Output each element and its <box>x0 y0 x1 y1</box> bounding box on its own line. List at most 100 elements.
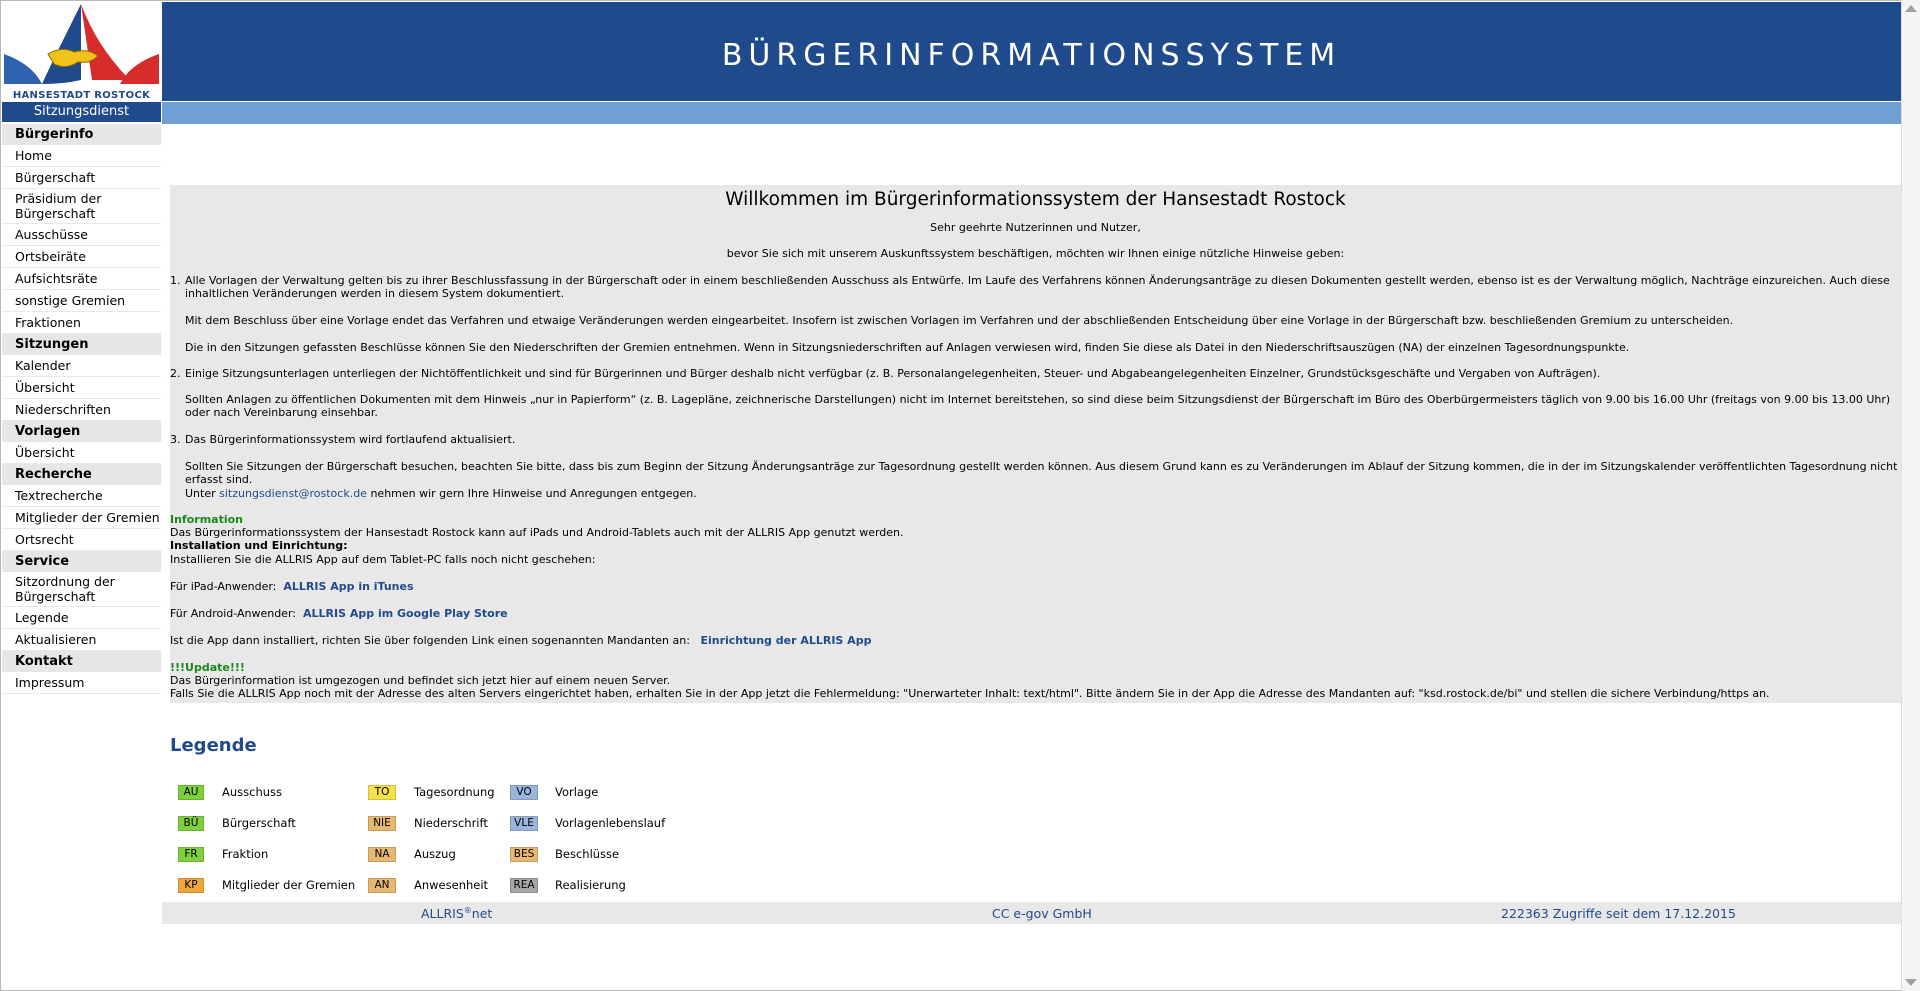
legend-label-fr: Fraktion <box>222 847 269 861</box>
nav-item-ortsrecht[interactable]: Ortsrecht <box>2 529 161 551</box>
legend-badge-bue: BÜ <box>178 816 204 831</box>
legend-label-bes: Beschlüsse <box>555 847 620 861</box>
google-play-link[interactable]: ALLRIS App im Google Play Store <box>303 607 508 620</box>
welcome-panel: Willkommen im Bürgerinformationssystem d… <box>170 185 1901 703</box>
legend-label-nie: Niederschrift <box>414 816 488 830</box>
nav-item-sitzordnung[interactable]: Sitzordnung der Bürgerschaft <box>2 572 161 607</box>
nav-item-aktualisieren[interactable]: Aktualisieren <box>2 629 161 651</box>
nav-item-fraktionen[interactable]: Fraktionen <box>2 312 161 334</box>
scroll-down-icon[interactable] <box>1905 979 1917 986</box>
vertical-scrollbar[interactable] <box>1901 0 1920 991</box>
note-1c: Die in den Sitzungen gefassten Beschlüss… <box>185 341 1630 354</box>
header-subbar <box>162 102 1901 124</box>
legend-label-na: Auszug <box>414 847 456 861</box>
nav-item-mitglieder-gremien[interactable]: Mitglieder der Gremien <box>2 507 161 529</box>
info-text: Das Bürgerinformationssystem der Hansest… <box>170 526 904 539</box>
allris-brand-suffix: net <box>471 906 493 922</box>
nav-heading-sitzungen: Sitzungen <box>2 334 161 355</box>
legend-label-to: Tagesordnung <box>414 785 495 799</box>
nav-item-kalender[interactable]: Kalender <box>2 355 161 377</box>
nav-item-buergerschaft[interactable]: Bürgerschaft <box>2 167 161 189</box>
list-number-1: 1. <box>170 274 181 287</box>
mandant-row: Ist die App dann installiert, richten Si… <box>170 634 871 647</box>
list-number-2: 2. <box>170 367 181 380</box>
city-logo[interactable]: HANSESTADT ROSTOCK <box>2 2 161 101</box>
note-3a: Das Bürgerinformationssystem wird fortla… <box>185 433 516 446</box>
note-3c-post: nehmen wir gern Ihre Hinweise und Anregu… <box>370 487 697 500</box>
email-link[interactable]: sitzungsdienst@rostock.de <box>219 487 367 500</box>
update-heading: !!!Update!!! <box>170 661 245 674</box>
legend-badge-vo: VO <box>510 785 538 800</box>
info-heading: Information <box>170 513 243 526</box>
update-text-1: Das Bürgerinformation ist umgezogen und … <box>170 674 671 687</box>
note-2a: Einige Sitzungsunterlagen unterliegen de… <box>185 367 1601 380</box>
mandant-label: Ist die App dann installiert, richten Si… <box>170 634 690 647</box>
allris-setup-link[interactable]: Einrichtung der ALLRIS App <box>700 634 871 647</box>
note-2b: Sollten Anlagen zu öffentlichen Dokument… <box>185 393 1891 419</box>
nav-heading-kontakt: Kontakt <box>2 651 161 672</box>
legend-label-kp: Mitglieder der Gremien <box>222 878 356 892</box>
install-text: Installieren Sie die ALLRIS App auf dem … <box>170 553 596 566</box>
nav-heading-vorlagen: Vorlagen <box>2 421 161 442</box>
legend-badge-an: AN <box>368 878 396 893</box>
legend-badge-to: TO <box>368 785 396 800</box>
nav-heading-service: Service <box>2 551 161 572</box>
legend-label-bue: Bürgerschaft <box>222 816 296 830</box>
legend-label-vo: Vorlage <box>555 785 599 799</box>
nav-item-ortsbeiraete[interactable]: Ortsbeiräte <box>2 246 161 268</box>
allris-registered-mark: ® <box>463 906 472 915</box>
legend-label-au: Ausschuss <box>222 785 283 799</box>
android-row: Für Android-Anwender: ALLRIS App im Goog… <box>170 607 508 620</box>
logo-text: HANSESTADT ROSTOCK <box>12 90 151 101</box>
logo-subtitle: Sitzungsdienst <box>2 102 161 122</box>
note-1b: Mit dem Beschluss über eine Vorlage ende… <box>185 314 1734 327</box>
nav-item-sonstige-gremien[interactable]: sonstige Gremien <box>2 290 161 312</box>
scroll-up-icon[interactable] <box>1905 5 1917 12</box>
intro-text: bevor Sie sich mit unserem Auskunftssyst… <box>726 247 1345 260</box>
legend-badge-kp: KP <box>178 878 204 893</box>
note-3c: Unter sitzungsdienst@rostock.de nehmen w… <box>185 487 1899 500</box>
nav-item-legende[interactable]: Legende <box>2 607 161 629</box>
nav-item-niederschriften[interactable]: Niederschriften <box>2 399 161 421</box>
legend-title: Legende <box>170 735 257 756</box>
nav-item-ausschuesse[interactable]: Ausschüsse <box>2 224 161 246</box>
nav-item-vorlagen-uebersicht[interactable]: Übersicht <box>2 442 161 464</box>
greeting-text: Sehr geehrte Nutzerinnen und Nutzer, <box>930 221 1141 234</box>
allris-brand-link[interactable]: ALLRIS®net <box>421 906 492 921</box>
legend-label-an: Anwesenheit <box>414 878 489 892</box>
company-link[interactable]: CC e-gov GmbH <box>992 906 1092 921</box>
install-heading: Installation und Einrichtung: <box>170 539 348 552</box>
nav-item-textrecherche[interactable]: Textrecherche <box>2 485 161 507</box>
visitor-counter: 222363 Zugriffe seit dem 17.12.2015 <box>1501 906 1736 921</box>
nav-item-home[interactable]: Home <box>2 145 161 167</box>
header-banner: BÜRGERINFORMATIONSSYSTEM <box>162 2 1901 101</box>
note-1a: Alle Vorlagen der Verwaltung gelten bis … <box>185 274 1890 300</box>
note-3c-pre: Unter <box>185 487 216 500</box>
rostock-sail-logo-icon <box>4 4 159 84</box>
nav-item-impressum[interactable]: Impressum <box>2 672 161 694</box>
list-number-3: 3. <box>170 433 181 446</box>
nav-heading-buergerinfo: Bürgerinfo <box>2 124 161 145</box>
android-label: Für Android-Anwender: <box>170 607 296 620</box>
allris-brand-text: ALLRIS <box>421 906 464 922</box>
nav-item-aufsichtsraete[interactable]: Aufsichtsräte <box>2 268 161 290</box>
legend-badge-fr: FR <box>178 847 204 862</box>
welcome-title: Willkommen im Bürgerinformationssystem d… <box>725 189 1346 210</box>
footer-bar: ALLRIS®net CC e-gov GmbH 222363 Zugriffe… <box>162 902 1901 924</box>
note-3b: Sollten Sie Sitzungen der Bürgerschaft b… <box>185 460 1898 486</box>
nav-item-sitzungen-uebersicht[interactable]: Übersicht <box>2 377 161 399</box>
legend-label-rea: Realisierung <box>555 878 626 892</box>
legend-badge-nie: NIE <box>368 816 396 831</box>
page-title: BÜRGERINFORMATIONSSYSTEM <box>721 38 1342 73</box>
sidebar-nav: Bürgerinfo Home Bürgerschaft Präsidium d… <box>2 124 161 694</box>
update-text-2: Falls Sie die ALLRIS App noch mit der Ad… <box>170 687 1770 700</box>
nav-item-praesidium[interactable]: Präsidium der Bürgerschaft <box>2 189 161 224</box>
legend-badge-bes: BES <box>510 847 538 862</box>
ipad-row: Für iPad-Anwender: ALLRIS App in iTunes <box>170 580 414 593</box>
legend-badge-na: NA <box>368 847 396 862</box>
legend-label-vle: Vorlagenlebenslauf <box>555 816 666 830</box>
legend-badge-rea: REA <box>510 878 538 893</box>
legend-badge-vle: VLE <box>510 816 538 831</box>
nav-heading-recherche: Recherche <box>2 464 161 485</box>
itunes-link[interactable]: ALLRIS App in iTunes <box>283 580 413 593</box>
